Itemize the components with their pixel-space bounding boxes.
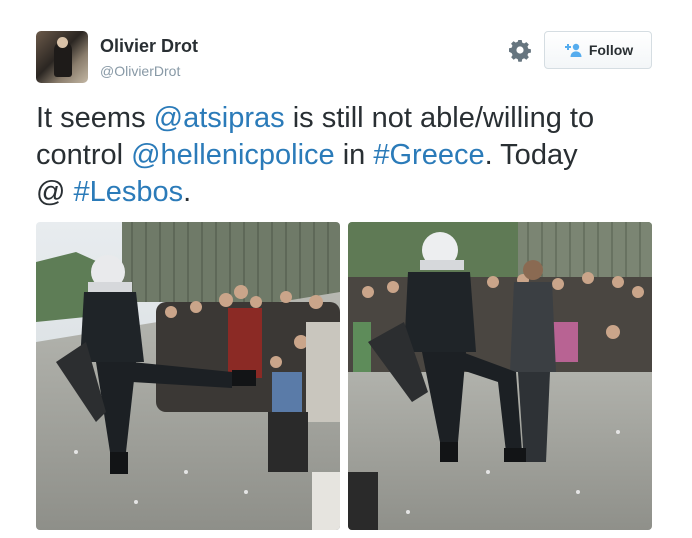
tweet-text-fragment: is still not able/willing to	[284, 102, 595, 134]
tweet-photo-left[interactable]	[36, 222, 340, 530]
add-user-icon	[564, 43, 582, 57]
author-handle[interactable]: @OlivierDrot	[100, 63, 180, 79]
mention-atsipras[interactable]: @atsipras	[154, 102, 285, 134]
tweet-text-fragment: It seems	[36, 102, 154, 134]
author-name[interactable]: Olivier Drot	[100, 36, 198, 57]
tweet-line-2: control @hellenicpolice in #Greece. Toda…	[36, 137, 666, 174]
hashtag-lesbos[interactable]: #Lesbos	[74, 176, 184, 208]
tweet-photo-right[interactable]	[348, 222, 652, 530]
follow-label: Follow	[588, 42, 634, 58]
avatar-head	[57, 37, 68, 48]
tweet-line-3: @ #Lesbos.	[36, 174, 666, 211]
tweet-text-fragment: .	[183, 176, 192, 208]
tweet-text: It seems @atsipras is still not able/wil…	[36, 100, 666, 211]
avatar[interactable]	[36, 31, 88, 83]
tweet-text-fragment: control	[36, 139, 132, 171]
tweet-text-fragment: . Today	[484, 139, 578, 171]
mention-hellenicpolice[interactable]: @hellenicpolice	[131, 139, 335, 171]
tweet-text-fragment: @	[36, 176, 74, 208]
hashtag-greece[interactable]: #Greece	[373, 139, 484, 171]
tweet-text-fragment: in	[334, 139, 374, 171]
gear-icon[interactable]	[508, 38, 532, 62]
tweet-line-1: It seems @atsipras is still not able/wil…	[36, 100, 666, 137]
follow-button[interactable]: Follow	[544, 31, 652, 69]
